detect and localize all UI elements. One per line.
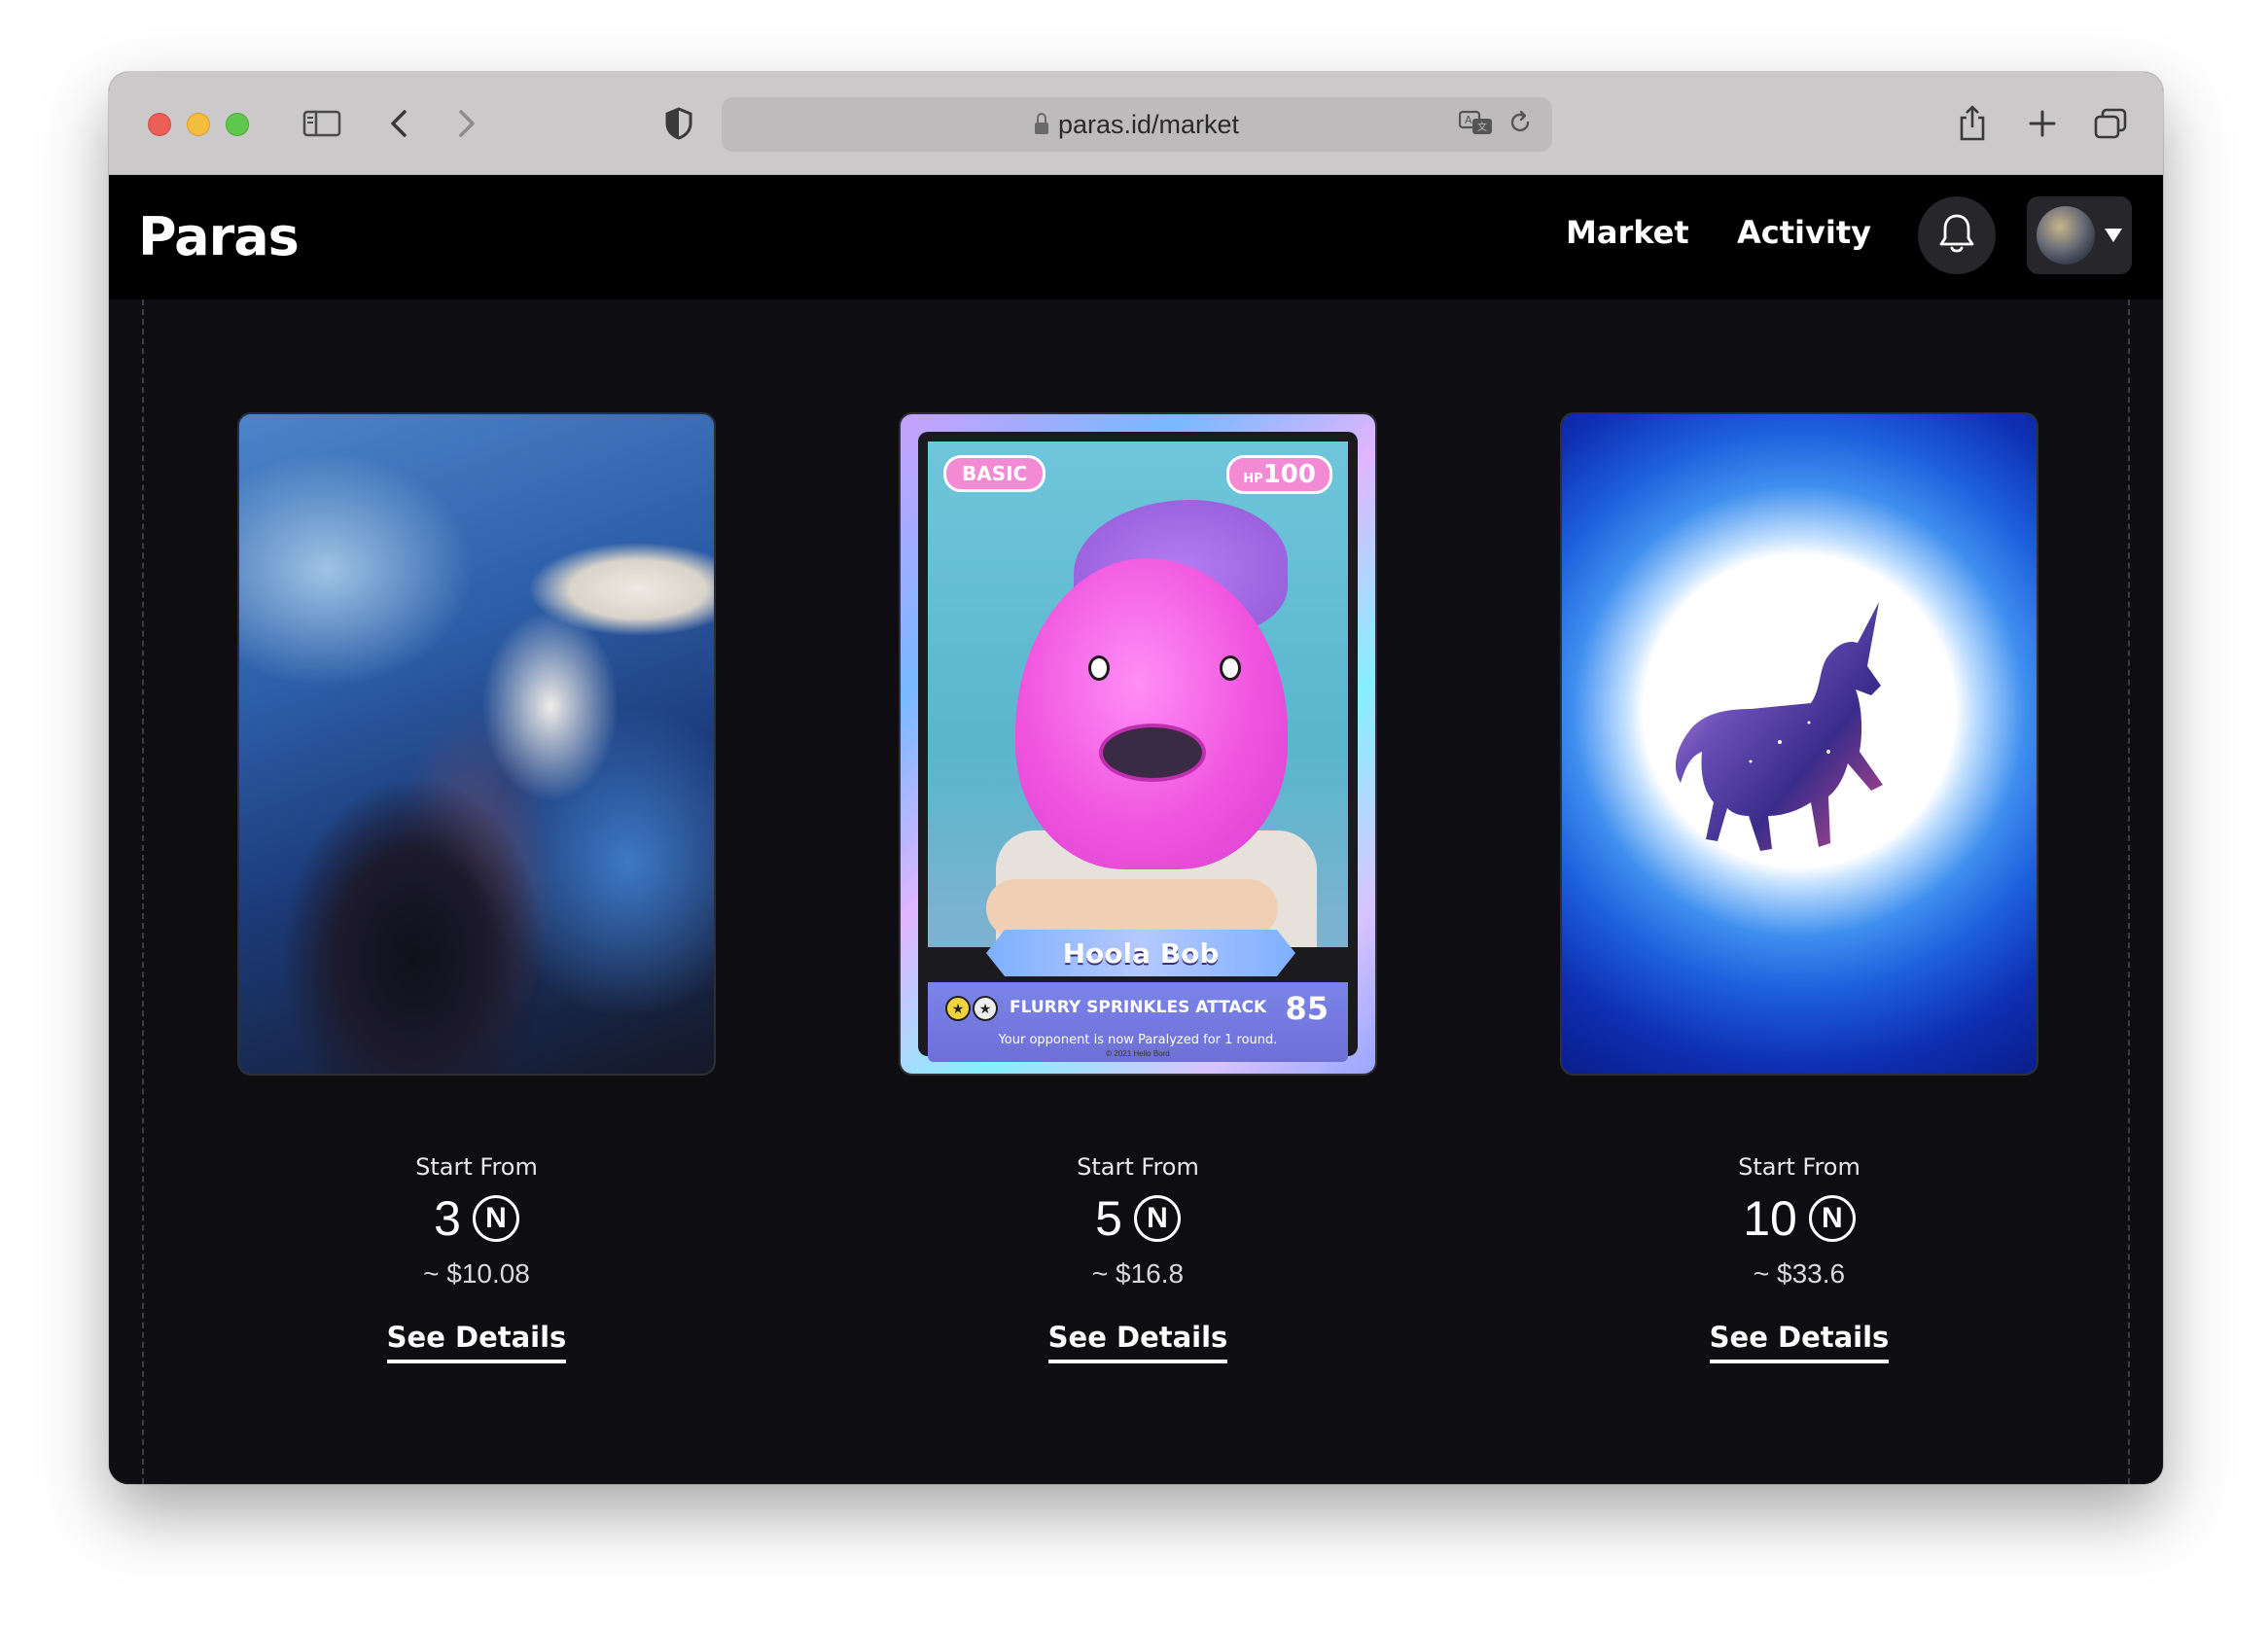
character-arm (986, 879, 1278, 937)
start-from-label: Start From (1077, 1153, 1199, 1181)
energy-star-icon: ★ (945, 996, 971, 1021)
chevron-right-icon[interactable] (447, 101, 486, 146)
card-info: Start From 3 N ~ $10.08 See Details (237, 1153, 716, 1363)
attack-damage: 85 (1285, 990, 1329, 1027)
attack-name: FLURRY SPRINKLES ATTACK (1010, 998, 1267, 1017)
nav-activity-link[interactable]: Activity (1737, 214, 1871, 251)
usd-price: ~ $10.08 (423, 1258, 530, 1289)
market-card: BASIC HP100 Hoola Bob ★ ★ FLURRY SPRINKL… (899, 412, 1377, 1363)
browser-titlebar: paras.id/market A文 (109, 72, 2163, 175)
card-copyright: © 2021 Hello Bord (1106, 1049, 1170, 1058)
card-info: Start From 5 N ~ $16.8 See Details (899, 1153, 1377, 1363)
character-mouth (1099, 724, 1206, 782)
attack-description: Your opponent is now Paralyzed for 1 rou… (998, 1033, 1278, 1047)
card-artwork-abstract[interactable] (237, 412, 716, 1076)
card-hp-badge: HP100 (1226, 455, 1332, 494)
market-card: Start From 3 N ~ $10.08 See Details (237, 412, 716, 1363)
browser-window: paras.id/market A文 Paras Market Activity (109, 72, 2163, 1484)
hp-prefix: HP (1243, 472, 1263, 486)
reload-icon[interactable] (1507, 110, 1533, 140)
notifications-button[interactable] (1918, 196, 1996, 274)
price-value: 10 (1743, 1191, 1797, 1246)
right-border-dashes (2128, 300, 2130, 1484)
avatar (2037, 206, 2095, 265)
near-currency-icon: N (472, 1195, 519, 1242)
lock-icon (1034, 113, 1048, 134)
unicorn-icon (1663, 596, 1935, 893)
card-artwork-hoola-bob[interactable]: BASIC HP100 Hoola Bob ★ ★ FLURRY SPRINKL… (899, 412, 1377, 1076)
left-border-dashes (142, 300, 144, 1484)
usd-price: ~ $33.6 (1753, 1258, 1846, 1289)
price: 3 N (237, 1190, 716, 1247)
near-currency-icon: N (1133, 1195, 1181, 1242)
profile-menu-button[interactable] (2027, 196, 2132, 274)
sidebar-icon[interactable] (300, 101, 344, 146)
shield-icon[interactable] (659, 101, 698, 146)
usd-price: ~ $16.8 (1091, 1258, 1185, 1289)
market-card: Start From 10 N ~ $33.6 See Details (1560, 412, 2038, 1363)
character-eye (1088, 655, 1110, 681)
translate-icon[interactable]: A文 (1458, 110, 1494, 140)
hp-value: 100 (1262, 460, 1316, 489)
svg-text:A: A (1465, 114, 1472, 126)
zoom-window-button[interactable] (226, 113, 249, 136)
start-from-label: Start From (415, 1153, 538, 1181)
site-navbar: Paras Market Activity (109, 175, 2163, 300)
bell-icon (1937, 212, 1976, 260)
price-value: 5 (1095, 1191, 1122, 1246)
url-text: paras.id/market (1057, 109, 1240, 139)
close-window-button[interactable] (148, 113, 171, 136)
tabs-overview-icon[interactable] (2089, 101, 2132, 146)
character-eye (1220, 655, 1241, 681)
chevron-left-icon[interactable] (379, 101, 418, 146)
trading-card-scene: BASIC HP100 (928, 442, 1348, 947)
see-details-link[interactable]: See Details (1047, 1321, 1228, 1363)
see-details-link[interactable]: See Details (386, 1321, 567, 1363)
svg-text:文: 文 (1477, 121, 1487, 133)
start-from-label: Start From (1738, 1153, 1860, 1181)
price: 10 N (1560, 1190, 2038, 1247)
minimize-window-button[interactable] (187, 113, 210, 136)
see-details-link[interactable]: See Details (1709, 1321, 1890, 1363)
card-name-banner: Hoola Bob (986, 930, 1295, 976)
energy-star-icon: ★ (973, 996, 998, 1021)
card-artwork-unicorn[interactable] (1560, 412, 2038, 1076)
trading-card-frame: BASIC HP100 Hoola Bob ★ ★ FLURRY SPRINKL… (918, 432, 1358, 1062)
near-currency-icon: N (1808, 1195, 1856, 1242)
caret-down-icon (2105, 229, 2122, 242)
card-stage-badge: BASIC (943, 455, 1046, 492)
card-info: Start From 10 N ~ $33.6 See Details (1560, 1153, 2038, 1363)
nav-market-link[interactable]: Market (1566, 214, 1689, 251)
address-bar[interactable]: paras.id/market A文 (722, 97, 1552, 152)
plus-icon[interactable] (2023, 101, 2062, 146)
share-icon[interactable] (1953, 101, 1992, 146)
price: 5 N (899, 1190, 1377, 1247)
market-content: Start From 3 N ~ $10.08 See Details BASI… (109, 300, 2163, 1484)
paras-logo[interactable]: Paras (138, 206, 300, 267)
price-value: 3 (434, 1191, 461, 1246)
